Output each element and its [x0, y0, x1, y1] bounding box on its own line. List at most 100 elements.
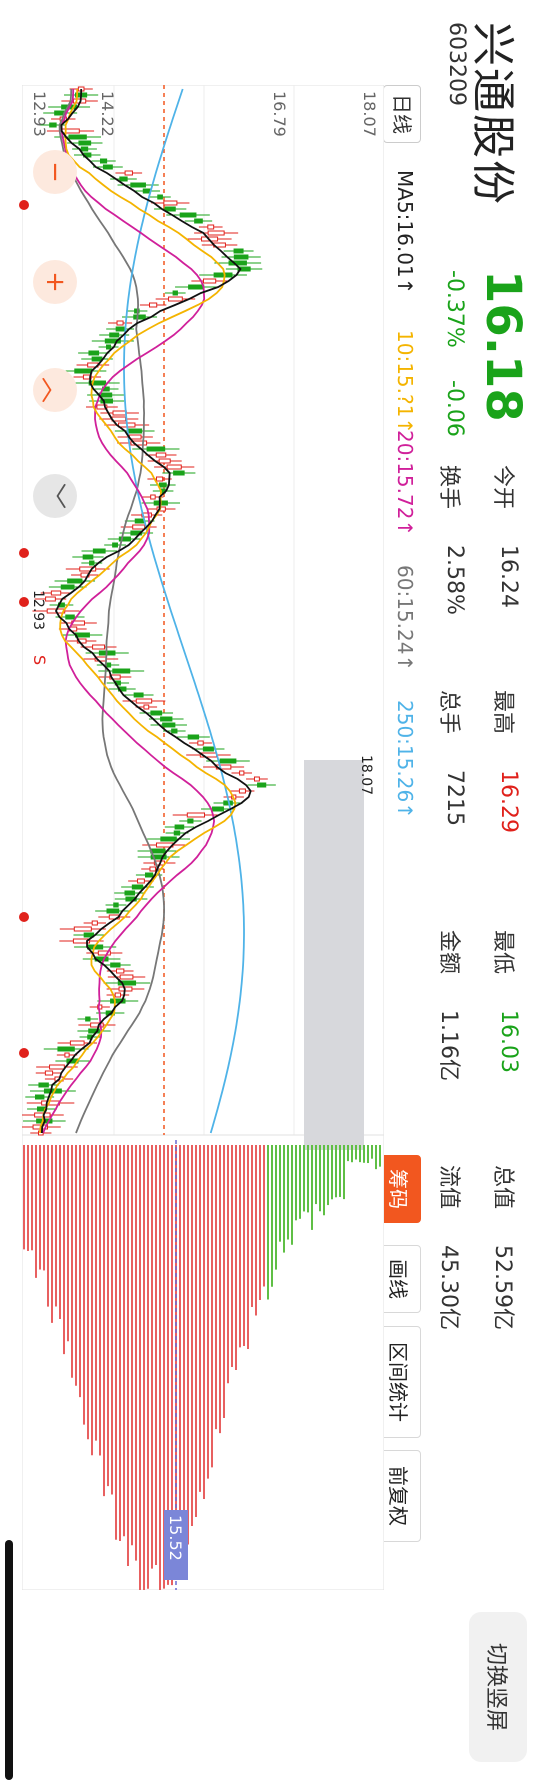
candle-body	[60, 584, 75, 590]
stat-value-amount: 1.16亿	[436, 1010, 461, 1081]
candle-body	[34, 1112, 51, 1118]
candle-body	[187, 734, 200, 740]
candle-body	[213, 272, 233, 278]
candle-body	[179, 212, 197, 218]
candle-body	[155, 476, 164, 482]
candle-body	[112, 668, 131, 674]
candle-body	[164, 206, 176, 212]
stat-value-open: 16.24	[496, 545, 521, 608]
candle-body	[67, 578, 83, 584]
zoom-in-button[interactable]: +	[33, 260, 77, 304]
candle-body	[157, 194, 163, 200]
chip-price-label: 15.52	[166, 1515, 185, 1561]
candle-body	[257, 782, 267, 788]
candle-body	[130, 182, 146, 188]
kline-chart[interactable]: 18.07 16.79 14.22 12.93 18.07 12.93 S 15…	[22, 85, 384, 1590]
signal-dot	[19, 200, 29, 210]
candle-body	[89, 560, 95, 566]
candle-body	[188, 284, 205, 290]
ma60-label: 60:15.24↑	[393, 565, 417, 672]
candle-body	[149, 302, 158, 308]
candle-body	[44, 1070, 54, 1076]
candle-body	[233, 254, 249, 260]
zoom-out-button[interactable]: −	[33, 150, 77, 194]
scroll-up-button[interactable]: ︿	[33, 368, 77, 412]
home-indicator	[5, 1540, 13, 1780]
candle-body	[102, 164, 113, 170]
candle-body	[173, 470, 185, 476]
candle-body	[85, 1016, 91, 1022]
candle-body	[131, 884, 144, 890]
signal-dot	[19, 548, 29, 558]
candle-body	[150, 494, 156, 500]
candle-body	[172, 290, 178, 296]
candle-body	[50, 590, 62, 596]
signal-dot	[19, 597, 29, 607]
tab-range-stats[interactable]: 区间统计	[379, 1326, 421, 1438]
candle-body	[160, 836, 177, 842]
period-selector[interactable]: 日线	[383, 85, 421, 143]
candle-body	[92, 548, 106, 554]
stat-value-turnover: 2.58%	[442, 545, 467, 615]
candle-body	[219, 758, 237, 764]
candle-body	[61, 128, 80, 134]
candle-body	[149, 866, 156, 872]
candle-body	[99, 158, 108, 164]
candle-body	[74, 368, 93, 374]
tab-chips[interactable]: 筹码	[379, 1155, 421, 1223]
stat-value-market-cap: 52.59亿	[490, 1245, 515, 1330]
candle-body	[135, 698, 153, 704]
switch-portrait-button[interactable]: 切换竖屏	[469, 1612, 527, 1762]
price-axis-label: 12.93	[30, 91, 49, 137]
candle-body	[113, 902, 119, 908]
candle-body	[109, 332, 120, 338]
candle-body	[119, 176, 128, 182]
candle-body	[80, 146, 89, 152]
tab-draw-line[interactable]: 画线	[379, 1245, 421, 1313]
candle-body	[137, 878, 145, 884]
candle-body	[158, 482, 167, 488]
low-marker: 12.93	[30, 590, 46, 630]
candle-body	[88, 350, 100, 356]
change-percent: -0.37%	[442, 270, 467, 348]
ma10-label: 10:15.?1↑	[393, 330, 417, 435]
candle-body	[233, 248, 244, 254]
candle-body	[162, 722, 176, 728]
candle-body	[73, 926, 92, 932]
candle-body	[146, 446, 166, 452]
price-axis-label: 14.22	[98, 91, 117, 137]
stock-name: 兴通股份	[467, 22, 518, 206]
candle-body	[119, 974, 134, 980]
candle-body	[197, 740, 204, 746]
candle-body	[194, 218, 203, 224]
candle-body	[110, 962, 121, 968]
candle-body	[92, 644, 106, 650]
candle-body	[207, 230, 225, 236]
candle-body	[212, 806, 224, 812]
candle-body	[82, 554, 94, 560]
candle-body	[186, 812, 206, 818]
candle-body	[49, 122, 57, 128]
candle-body	[64, 1052, 70, 1058]
candle-body	[57, 1046, 75, 1052]
signal-dot	[19, 912, 29, 922]
stat-value-high: 16.29	[496, 770, 521, 833]
candle-body	[166, 464, 182, 470]
tab-adjust[interactable]: 前复权	[379, 1450, 421, 1542]
stat-label-open: 今开	[490, 465, 515, 510]
candle-body	[168, 296, 183, 302]
ma20-label: 20:15.72↑	[393, 430, 417, 537]
chevron-up-icon: ︿	[37, 376, 68, 403]
candle-body	[106, 344, 112, 350]
candle-body	[202, 746, 214, 752]
scroll-down-button[interactable]: ﹀	[33, 474, 77, 518]
stat-label-volume: 总手	[436, 690, 461, 735]
high-marker: 18.07	[358, 755, 374, 795]
candle-body	[124, 170, 133, 176]
candle-body	[144, 872, 154, 878]
candle-body	[202, 278, 217, 284]
candle-body	[163, 200, 178, 206]
candle-body	[150, 848, 166, 854]
candle-body	[69, 1040, 85, 1046]
stat-label-float-cap: 流值	[436, 1165, 461, 1210]
